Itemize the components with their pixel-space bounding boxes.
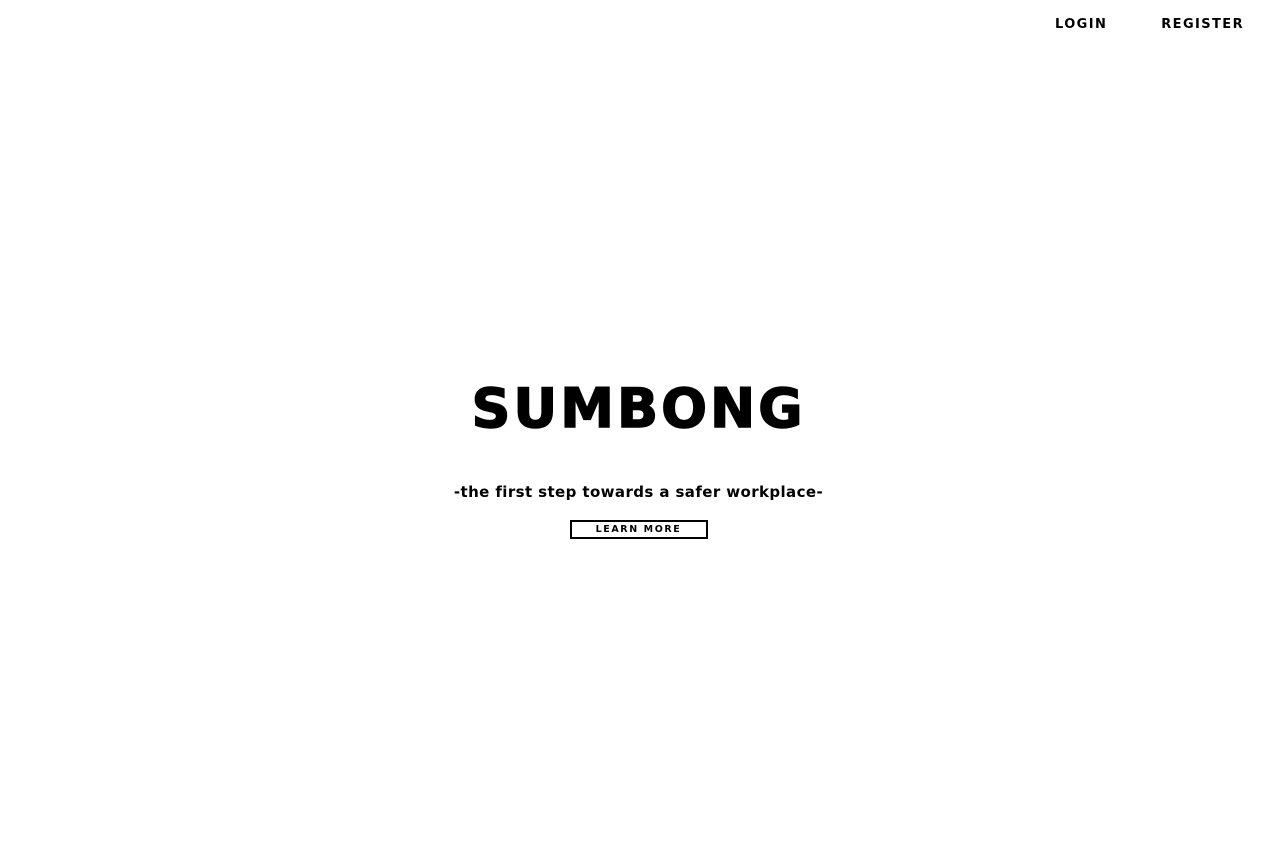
learn-more-button[interactable]: LEARN MORE [569, 520, 708, 539]
brand-title: SUMBONG [471, 377, 806, 440]
top-navigation: LOGIN REGISTER [1055, 17, 1244, 33]
login-link[interactable]: LOGIN [1055, 17, 1107, 33]
tagline: -the first step towards a safer workplac… [453, 483, 824, 501]
hero-section: SUMBONG -the first step towards a safer … [0, 377, 1277, 539]
register-link[interactable]: REGISTER [1161, 17, 1244, 33]
